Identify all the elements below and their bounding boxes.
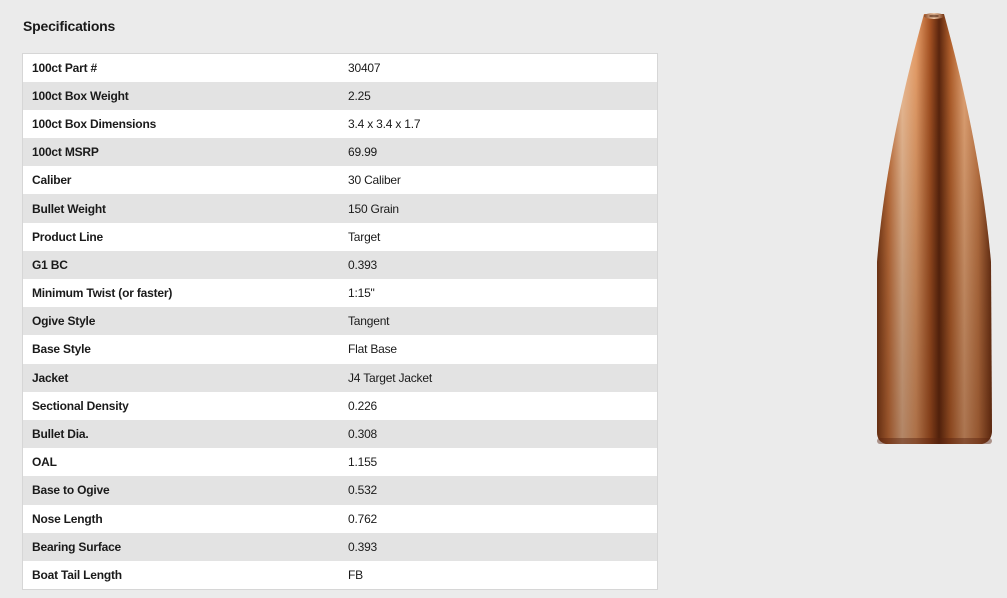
spec-label: Product Line: [32, 229, 103, 244]
spec-value: 30 Caliber: [348, 173, 401, 188]
specifications-table: 100ct Part #30407 100ct Box Weight 2.25 100…: [22, 53, 658, 590]
spec-value: 0.762: [348, 511, 378, 526]
bullet-icon: [877, 13, 992, 444]
spec-row: Boat Tail Length FB: [22, 560, 658, 590]
spec-label: Minimum Twist (or faster): [32, 286, 173, 301]
spec-value: 0.393: [348, 257, 378, 272]
spec-row: Bearing Surface 0.393: [22, 532, 658, 561]
spec-value: 0.393: [348, 539, 378, 554]
spec-label: Sectional Density: [32, 398, 129, 413]
spec-value: 69.99: [348, 145, 378, 160]
spec-label: G1 BC: [32, 257, 68, 272]
spec-value: 1:15": [348, 286, 375, 301]
spec-value: 0.532: [348, 483, 378, 498]
spec-label: Base Style: [32, 342, 91, 357]
spec-value: J4 Target Jacket: [348, 370, 432, 385]
spec-row: 100ct Box Weight 2.25: [22, 81, 658, 110]
spec-value: 150 Grain: [348, 201, 399, 216]
spec-label: OAL: [32, 455, 57, 470]
spec-row: 100ct Part # 30407: [22, 53, 658, 82]
spec-row: Base to Ogive 0.532: [22, 476, 658, 505]
spec-row: Product Line Target: [22, 222, 658, 251]
spec-row: Sectional Density 0.226: [22, 391, 658, 420]
spec-label: 100ct Box Weight: [32, 88, 129, 103]
spec-row: OAL 1.155: [22, 448, 658, 477]
spec-label: 100ct MSRP: [32, 145, 99, 160]
spec-label: 100ct Box Dimensions: [32, 116, 157, 131]
spec-row: Bullet Weight 150 Grain: [22, 194, 658, 223]
spec-row: Base Style Flat Base: [22, 335, 658, 364]
spec-label: 100ct Part #: [32, 60, 97, 75]
spec-row: 100ct MSRP 69.99: [22, 138, 658, 167]
spec-value: 0.226: [348, 398, 378, 413]
spec-value: 0.308: [348, 427, 378, 442]
spec-label: Bullet Dia.: [32, 427, 89, 442]
spec-value: FB: [348, 567, 363, 582]
spec-row: Bullet Dia. 0.308: [22, 419, 658, 449]
spec-label: Base to Ogive: [32, 483, 110, 498]
spec-value: Flat Base: [348, 342, 397, 357]
spec-row: Jacket J4 Target Jacket: [22, 363, 658, 392]
spec-value: 30407: [348, 60, 381, 75]
spec-label: Ogive Style: [32, 314, 96, 329]
specifications-table-body: 100ct Part #30407 100ct Box Weight 2.25 100…: [22, 53, 658, 590]
spec-label: Caliber: [32, 173, 72, 188]
spec-row: 100ct Box Dimensions 3.4 x 3.4 x 1.7: [22, 109, 658, 139]
spec-row: G1 BC 0.393: [22, 250, 658, 279]
spec-label: Boat Tail Length: [32, 567, 122, 582]
spec-row: Ogive Style Tangent: [22, 307, 658, 336]
spec-row: Caliber 30 Caliber: [22, 166, 658, 195]
spec-label: Jacket: [32, 370, 69, 385]
product-specifications-page: Specifications 100ct Part # 30407 100ct Bo…: [0, 0, 1007, 598]
spec-value: Tangent: [348, 314, 390, 329]
spec-value: Target: [348, 229, 381, 244]
spec-label: Bullet Weight: [32, 201, 106, 216]
spec-label: Bearing Surface: [32, 539, 122, 554]
spec-value: 1.155: [348, 455, 378, 470]
spec-row: Minimum Twist (or faster) 1:15": [22, 279, 658, 308]
bullet-product-image: [870, 12, 998, 448]
spec-label: Nose Length: [32, 511, 103, 526]
spec-value: 3.4 x 3.4 x 1.7: [348, 116, 421, 131]
spec-value: 2.25: [348, 88, 371, 103]
spec-row: Nose Length 0.762: [22, 504, 658, 533]
specifications-heading: Specifications: [23, 18, 116, 34]
